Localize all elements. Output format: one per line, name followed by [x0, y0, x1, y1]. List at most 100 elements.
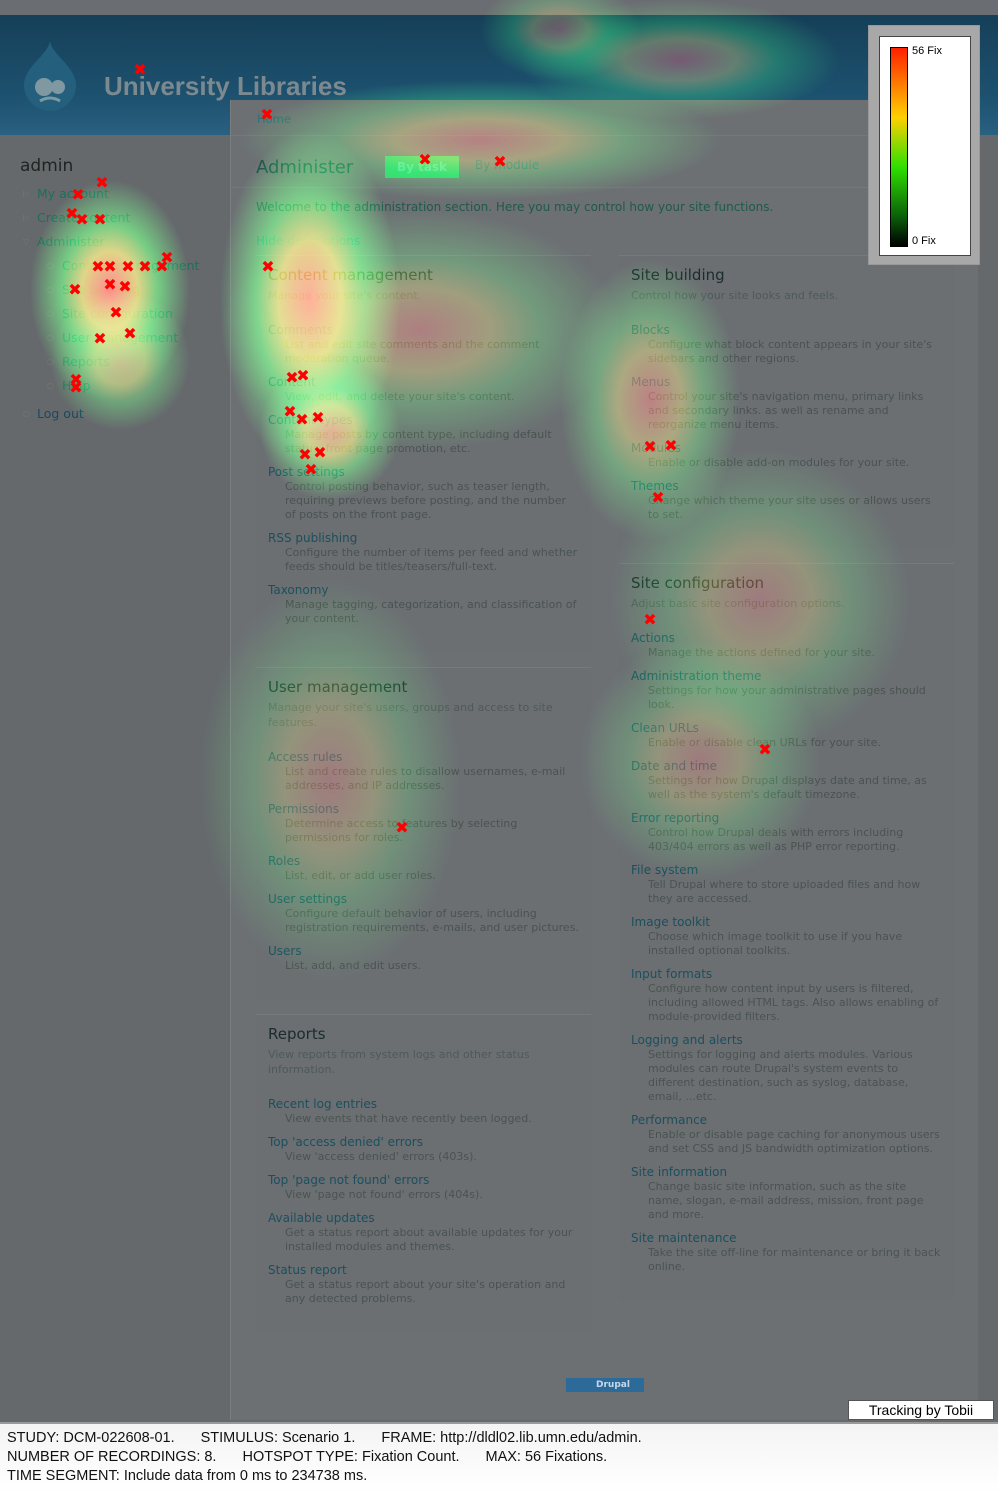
admin-item-link[interactable]: Menus: [631, 375, 942, 390]
admin-item: Top 'access denied' errors View 'access d…: [268, 1135, 579, 1164]
sidebar-item[interactable]: ○ Reports: [20, 350, 220, 374]
sidebar-item-label: Create content: [37, 210, 131, 225]
bullet-icon: ○: [47, 285, 54, 294]
section-title: Content management: [268, 266, 433, 284]
powered-by-drupal-badge[interactable]: Drupal: [566, 1378, 644, 1392]
sidebar-item-label: Reports: [62, 354, 110, 369]
time-segment: TIME SEGMENT: Include data from 0 ms to …: [7, 1468, 368, 1484]
admin-item-link[interactable]: Post settings: [268, 465, 579, 480]
admin-item: Clean URLs Enable or disable clean URLs f…: [631, 721, 942, 750]
admin-item-link[interactable]: Site information: [631, 1165, 942, 1180]
admin-item-link[interactable]: Administration theme: [631, 669, 942, 684]
expanded-bullet-icon: ▽: [23, 237, 30, 246]
admin-item: Content types Manage posts by content typ…: [268, 413, 579, 456]
hide-descriptions-link[interactable]: Hide descriptions: [256, 234, 360, 248]
site-name[interactable]: University Libraries: [104, 71, 347, 102]
admin-item-link[interactable]: Content: [268, 375, 579, 390]
admin-item-link[interactable]: Recent log entries: [268, 1097, 579, 1112]
study-info-footer: STUDY: DCM-022608-01. STIMULUS: Scenario …: [0, 1422, 998, 1493]
admin-item: File system Tell Drupal where to store up…: [631, 863, 942, 906]
section-title: Site building: [631, 266, 725, 284]
sidebar-item[interactable]: ▷ My account: [20, 182, 220, 206]
admin-item-link[interactable]: Site maintenance: [631, 1231, 942, 1246]
admin-item-link[interactable]: Taxonomy: [268, 583, 579, 598]
admin-item-link[interactable]: Available updates: [268, 1211, 579, 1226]
admin-item-link[interactable]: Content types: [268, 413, 579, 428]
heatmap-legend: 56 Fix 0 Fix: [868, 25, 980, 265]
admin-item-description: List, add, and edit users.: [285, 959, 421, 972]
admin-item-description: Change which theme your site uses or all…: [648, 494, 931, 521]
admin-item-link[interactable]: Actions: [631, 631, 942, 646]
max: MAX: 56 Fixations.: [485, 1449, 608, 1465]
admin-item-description: View 'page not found' errors (404s).: [285, 1188, 483, 1201]
admin-item-link[interactable]: Clean URLs: [631, 721, 942, 736]
admin-item: Actions Manage the actions defined for yo…: [631, 631, 942, 660]
admin-item-description: Control how Drupal deals with errors inc…: [648, 826, 904, 853]
admin-item-description: Configure what block content appears in …: [648, 338, 932, 365]
bullet-icon: ○: [23, 409, 30, 418]
sidebar-item[interactable]: ○ Log out: [20, 402, 220, 426]
admin-item-link[interactable]: RSS publishing: [268, 531, 579, 546]
admin-item-description: Enable or disable clean URLs for your si…: [648, 736, 881, 749]
admin-item: Site maintenance Take the site off-line f…: [631, 1231, 942, 1274]
sidebar-item[interactable]: ▽ Administer: [20, 230, 220, 254]
admin-item-link[interactable]: Comments: [268, 323, 579, 338]
admin-item: Post settings Control posting behavior, s…: [268, 465, 579, 522]
admin-item-description: List and create rules to disallow userna…: [285, 765, 566, 792]
welcome-text: Welcome to the administration section. H…: [256, 200, 774, 214]
admin-item-description: Control your site's navigation menu, pri…: [648, 390, 924, 431]
admin-item-link[interactable]: Status report: [268, 1263, 579, 1278]
tab-by-task[interactable]: By task: [385, 156, 459, 178]
admin-item-link[interactable]: Image toolkit: [631, 915, 942, 930]
sidebar-item[interactable]: ▷ Create content: [20, 206, 220, 230]
admin-item: Blocks Configure what block content appea…: [631, 323, 942, 366]
admin-item-description: Settings for logging and alerts modules.…: [648, 1048, 913, 1103]
sidebar-item[interactable]: ○ Help: [20, 374, 220, 398]
admin-item-description: Enable or disable add-on modules for you…: [648, 456, 910, 469]
admin-section: Site building Control how your site looks…: [619, 255, 954, 549]
admin-item-link[interactable]: Input formats: [631, 967, 942, 982]
tracking-by-tobii-label: Tracking by Tobii: [848, 1400, 994, 1420]
admin-item-description: Get a status report about your site's op…: [285, 1278, 566, 1305]
admin-item-link[interactable]: Users: [268, 944, 579, 959]
admin-item-link[interactable]: File system: [631, 863, 942, 878]
admin-item-link[interactable]: User settings: [268, 892, 579, 907]
bullet-icon: ○: [47, 309, 54, 318]
breadcrumb-home[interactable]: Home: [257, 112, 291, 126]
admin-item-link[interactable]: Logging and alerts: [631, 1033, 942, 1048]
sidebar-item-label: Site configuration: [62, 306, 173, 321]
admin-item-link[interactable]: Permissions: [268, 802, 579, 817]
left-column: Content management Manage your site's con…: [256, 255, 591, 1347]
section-title: User management: [268, 678, 408, 696]
sidebar-item-label: User management: [62, 330, 179, 345]
admin-item-link[interactable]: Top 'page not found' errors: [268, 1173, 579, 1188]
admin-item-description: Manage tagging, categorization, and clas…: [285, 598, 577, 625]
sidebar: admin ▷ My account ▷ Create content ▽ Adminis…: [20, 156, 220, 426]
admin-section: User management Manage your site's users,…: [256, 667, 591, 1000]
admin-item-link[interactable]: Modules: [631, 441, 942, 456]
admin-item-link[interactable]: Blocks: [631, 323, 942, 338]
admin-item-link[interactable]: Performance: [631, 1113, 942, 1128]
admin-item-link[interactable]: Date and time: [631, 759, 942, 774]
drupal-drop-icon[interactable]: [22, 37, 78, 113]
tab-by-module[interactable]: By module: [475, 158, 539, 172]
admin-item-link[interactable]: Top 'access denied' errors: [268, 1135, 579, 1150]
admin-item-description: Determine access to features by selectin…: [285, 817, 518, 844]
breadcrumb-bar: [231, 100, 979, 136]
admin-item-description: Manage posts by content type, including …: [285, 428, 552, 455]
sidebar-item-label: My account: [37, 186, 109, 201]
admin-item-link[interactable]: Error reporting: [631, 811, 942, 826]
sidebar-item[interactable]: ○ Site configuration: [20, 302, 220, 326]
main-content: Home Administer By task By module Welcom…: [230, 100, 979, 1420]
admin-item: Input formats Configure how content input…: [631, 967, 942, 1024]
admin-item-link[interactable]: Themes: [631, 479, 942, 494]
sidebar-item-label: Content management: [62, 258, 200, 273]
sidebar-item[interactable]: ○ User management: [20, 326, 220, 350]
sidebar-item[interactable]: ○ Site building: [20, 278, 220, 302]
admin-item-link[interactable]: Roles: [268, 854, 579, 869]
admin-item-description: Configure the number of items per feed a…: [285, 546, 578, 573]
sidebar-item[interactable]: ○ Content management: [20, 254, 220, 278]
sidebar-item-label: Help: [62, 378, 91, 393]
admin-item-link[interactable]: Access rules: [268, 750, 579, 765]
section-title: Site configuration: [631, 574, 765, 592]
